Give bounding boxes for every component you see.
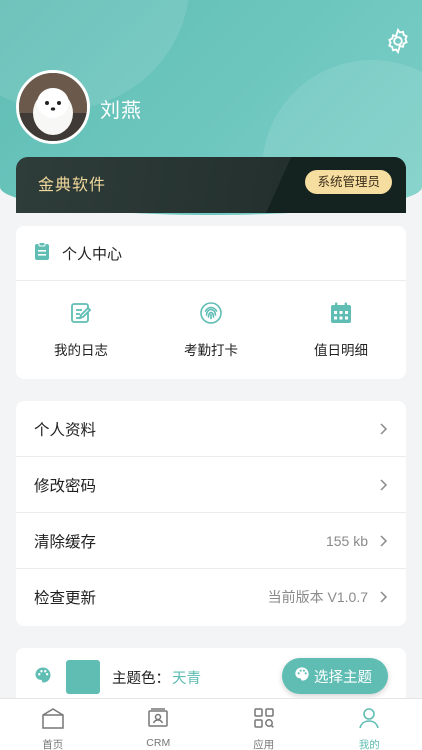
duty-detail-button[interactable]: 值日明细 <box>276 281 406 379</box>
tab-mine[interactable]: 我的 <box>317 699 422 750</box>
home-icon <box>41 707 65 734</box>
tab-label: CRM <box>146 737 171 749</box>
palette-icon <box>34 666 52 689</box>
my-log-label: 我的日志 <box>54 343 108 358</box>
chevron-right-icon <box>378 422 388 436</box>
menu-row-label: 清除缓存 <box>34 533 97 551</box>
attendance-button[interactable]: 考勤打卡 <box>146 281 276 379</box>
theme-label: 主题色： <box>112 670 170 687</box>
tab-label: 首页 <box>42 739 64 750</box>
select-theme-label: 选择主题 <box>314 669 372 686</box>
edit-note-icon <box>69 301 93 330</box>
settings-menu-card: 个人资料 修改密码 清除缓存 155 kb 检查更新 当前版本 V1.0.7 <box>16 401 406 626</box>
avatar[interactable] <box>16 70 90 144</box>
settings-gear-icon[interactable] <box>384 27 412 55</box>
tab-label: 应用 <box>253 739 275 750</box>
menu-row-label: 个人资料 <box>34 421 97 439</box>
apps-icon <box>252 707 276 734</box>
tab-apps[interactable]: 应用 <box>211 699 317 750</box>
user-name: 刘燕 <box>100 100 142 122</box>
personal-center-header: 个人中心 <box>16 226 406 281</box>
menu-row-profile[interactable]: 个人资料 <box>16 401 406 457</box>
bottom-tab-bar: 首页 CRM 应用 我的 <box>0 698 422 750</box>
menu-row-label: 修改密码 <box>34 477 97 495</box>
menu-row-label: 检查更新 <box>34 590 97 607</box>
tab-label: 我的 <box>358 739 380 750</box>
calendar-icon <box>329 301 353 330</box>
version-value: 当前版本 V1.0.7 <box>267 589 368 605</box>
company-name: 金典软件 <box>38 177 107 194</box>
chevron-right-icon <box>378 590 388 604</box>
company-card: 金典软件 系统管理员 <box>16 157 406 213</box>
fingerprint-icon <box>199 301 223 330</box>
menu-row-update[interactable]: 检查更新 当前版本 V1.0.7 <box>16 569 406 625</box>
attendance-label: 考勤打卡 <box>184 343 238 358</box>
user-icon <box>357 707 381 734</box>
role-badge: 系统管理员 <box>305 170 392 194</box>
personal-center-card: 个人中心 我的日志 考勤打卡 值日明细 <box>16 226 406 379</box>
tab-crm[interactable]: CRM <box>106 699 212 750</box>
clipboard-icon <box>34 241 50 265</box>
chevron-right-icon <box>378 478 388 492</box>
tab-home[interactable]: 首页 <box>0 699 106 750</box>
theme-value: 天青 <box>172 670 201 687</box>
crm-icon <box>146 707 170 734</box>
theme-color-swatch <box>66 660 100 694</box>
cache-size-value: 155 kb <box>325 532 368 549</box>
duty-detail-label: 值日明细 <box>314 343 368 358</box>
personal-center-title: 个人中心 <box>62 245 123 263</box>
chevron-right-icon <box>378 534 388 548</box>
menu-row-password[interactable]: 修改密码 <box>16 457 406 513</box>
palette-icon <box>294 666 314 686</box>
select-theme-button[interactable]: 选择主题 <box>282 658 388 694</box>
menu-row-cache[interactable]: 清除缓存 155 kb <box>16 513 406 569</box>
my-log-button[interactable]: 我的日志 <box>16 281 146 379</box>
